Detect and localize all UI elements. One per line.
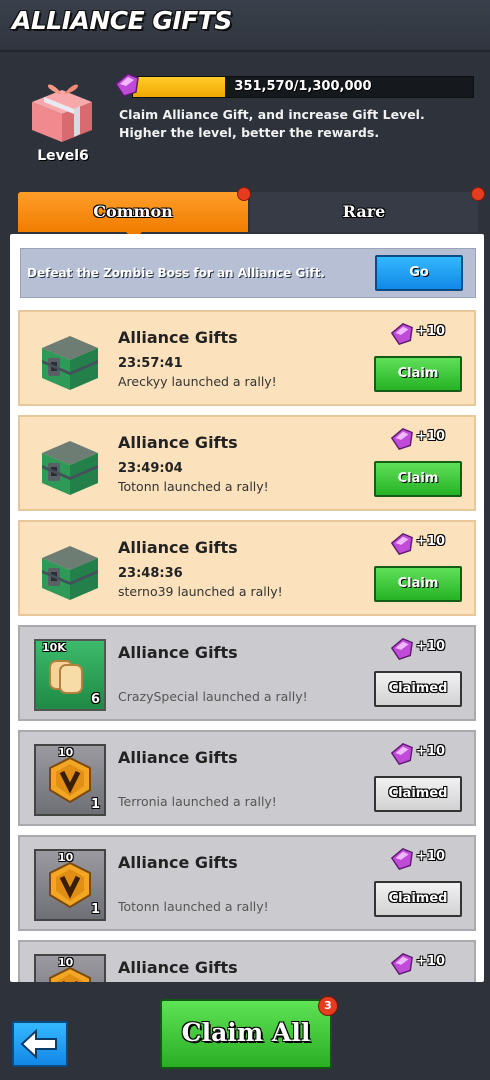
gift-progress-bar: 351,570/1,300,000 [132, 76, 474, 98]
reward-amount: +10 [390, 427, 470, 451]
card-title: Alliance Gifts [118, 328, 238, 347]
gift-level-label: Level6 [37, 148, 89, 164]
claim-button[interactable]: Claim [374, 461, 462, 497]
reward-text: +10 [416, 954, 445, 969]
claimed-button: Claimed [374, 776, 462, 812]
bottom-bar: Claim All 3 [0, 985, 490, 1080]
icon-count: 1 [90, 797, 100, 812]
card-title: Alliance Gifts [118, 433, 238, 452]
gift-level-panel: Level6 351,570/1,300,000 Claim Alliance … [14, 66, 476, 178]
speedup-badge-icon: 10 [34, 954, 106, 982]
tab-rare[interactable]: Rare [250, 192, 478, 232]
gift-list[interactable]: Defeat the Zombie Boss for an Alliance G… [10, 234, 484, 982]
gift-progress-text: 351,570/1,300,000 [234, 79, 372, 94]
card-subtitle: Totonn launched a rally! [118, 899, 269, 914]
reward-amount: +10 [390, 532, 470, 556]
gift-card: 10K 6 Alliance Gifts CrazySpecial launched … [18, 625, 476, 721]
card-title: Alliance Gifts [118, 853, 238, 872]
card-timer: 23:57:41 [118, 356, 183, 371]
reward-text: +10 [416, 744, 445, 759]
reward-amount: +10 [390, 637, 470, 661]
gem-icon [390, 638, 413, 660]
icon-top-label: 10 [58, 956, 74, 969]
claimed-button: Claimed [374, 671, 462, 707]
reward-amount: +10 [390, 322, 470, 346]
card-subtitle: Totonn launched a rally! [118, 479, 269, 494]
gem-icon [390, 533, 413, 555]
icon-top-label: 10K [42, 641, 66, 654]
card-subtitle: sterno39 launched a rally! [118, 584, 283, 599]
go-button[interactable]: Go [375, 255, 463, 291]
icon-top-label: 10 [58, 851, 74, 864]
reward-text: +10 [416, 429, 445, 444]
tab-rare-notification-dot [471, 187, 485, 201]
reward-amount: +10 [390, 847, 470, 871]
gem-icon [390, 743, 413, 765]
icon-count: 6 [90, 692, 100, 707]
boss-banner: Defeat the Zombie Boss for an Alliance G… [20, 248, 476, 298]
card-title: Alliance Gifts [118, 748, 238, 767]
reward-text: +10 [416, 534, 445, 549]
gift-tabs: Common Rare [14, 187, 485, 240]
gem-icon [390, 848, 413, 870]
claim-all-button[interactable]: Claim All [160, 999, 332, 1069]
reward-amount: +10 [390, 952, 470, 976]
back-button[interactable] [12, 1021, 68, 1067]
card-subtitle: Terronia launched a rally! [118, 794, 277, 809]
gift-card: 10 1 Alliance Gifts Terronia launched a ral… [18, 730, 476, 826]
claim-button[interactable]: Claim [374, 566, 462, 602]
tab-common-notification-dot [237, 187, 251, 201]
card-subtitle: Areckyy launched a rally! [118, 374, 277, 389]
tab-common[interactable]: Common [18, 192, 248, 240]
green-chest-icon [42, 441, 98, 495]
gift-box-icon [32, 84, 92, 142]
gift-card: Alliance Gifts 23:49:04 Totonn launched a … [18, 415, 476, 511]
reward-text: +10 [416, 639, 445, 654]
icon-count: 1 [90, 902, 100, 917]
gem-icon [115, 73, 139, 97]
back-arrow-icon [20, 1028, 57, 1060]
reward-text: +10 [416, 324, 445, 339]
card-timer: 23:49:04 [118, 461, 183, 476]
gift-card: Alliance Gifts 23:48:36 sterno39 launched … [18, 520, 476, 616]
claim-all-badge: 3 [318, 996, 338, 1016]
gift-card: 10 1 Alliance Gifts Totonn launched a rally… [18, 835, 476, 931]
card-subtitle: CrazySpecial launched a rally! [118, 689, 308, 704]
reward-amount: +10 [390, 742, 470, 766]
gem-icon [390, 953, 413, 975]
gem-icon [390, 428, 413, 450]
bread-icon: 10K 6 [34, 639, 106, 711]
card-title: Alliance Gifts [118, 958, 238, 977]
speedup-badge-icon: 10 1 [34, 849, 106, 921]
speedup-badge-icon: 10 1 [34, 744, 106, 816]
card-title: Alliance Gifts [118, 538, 238, 557]
green-chest-icon [42, 336, 98, 390]
claim-button[interactable]: Claim [374, 356, 462, 392]
gift-card: 10 Alliance Gifts +10 [18, 940, 476, 982]
icon-top-label: 10 [58, 746, 74, 759]
card-timer: 23:48:36 [118, 566, 183, 581]
gem-icon [390, 323, 413, 345]
title-bar: ALLIANCE GIFTS [0, 0, 490, 52]
card-title: Alliance Gifts [118, 643, 238, 662]
reward-text: +10 [416, 849, 445, 864]
page-title: ALLIANCE GIFTS [12, 6, 232, 35]
gift-description: Claim Alliance Gift, and increase Gift L… [119, 107, 425, 140]
claimed-button: Claimed [374, 881, 462, 917]
green-chest-icon [42, 546, 98, 600]
boss-banner-text: Defeat the Zombie Boss for an Alliance G… [27, 266, 325, 280]
gift-card: Alliance Gifts 23:57:41 Areckyy launched a… [18, 310, 476, 406]
